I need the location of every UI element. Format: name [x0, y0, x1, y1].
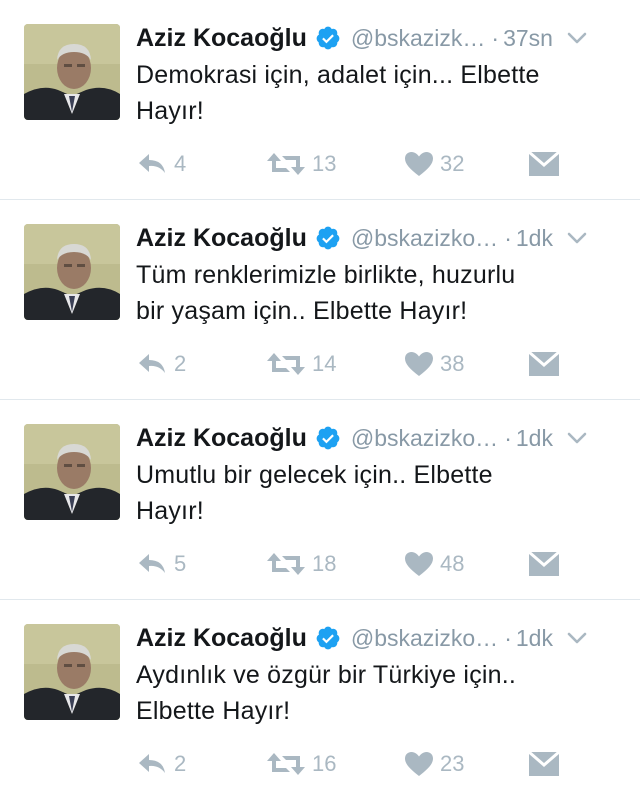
retweet-icon	[267, 553, 305, 575]
retweet-button[interactable]: 16	[266, 746, 336, 782]
heart-icon	[405, 752, 433, 776]
retweet-button[interactable]: 13	[266, 146, 336, 182]
verified-badge-icon	[316, 426, 340, 450]
chevron-down-icon[interactable]	[567, 631, 587, 645]
timestamp[interactable]: 1dk	[516, 225, 553, 252]
reply-count: 5	[174, 551, 187, 576]
separator-dot: ·	[491, 24, 500, 51]
direct-message-icon	[528, 551, 560, 576]
chevron-down-icon[interactable]	[567, 231, 587, 245]
avatar[interactable]	[24, 624, 120, 720]
direct-message-icon	[528, 351, 560, 376]
tweet-text-line: Aydınlık ve özgür bir Türkiye için..	[136, 661, 517, 689]
chevron-down-icon[interactable]	[567, 31, 587, 45]
tweet[interactable]: Aziz Kocaoğlu @bskazizk… · 37sn Demokras…	[0, 0, 640, 200]
reply-count: 2	[174, 351, 187, 376]
timestamp[interactable]: 1dk	[516, 625, 553, 652]
tweet-actions: 4 13 32	[136, 146, 616, 182]
reply-button[interactable]: 4	[136, 146, 186, 182]
like-count: 32	[440, 151, 465, 176]
reply-icon	[139, 754, 165, 773]
direct-message-button[interactable]	[528, 546, 560, 582]
author-name[interactable]: Aziz Kocaoğlu	[136, 224, 307, 253]
direct-message-button[interactable]	[528, 746, 560, 782]
author-handle[interactable]: @bskazizk…	[351, 25, 486, 52]
avatar[interactable]	[24, 224, 120, 320]
reply-icon	[139, 354, 165, 373]
tweet-text-line: Hayır!	[136, 497, 204, 525]
heart-icon	[405, 352, 433, 376]
verified-badge-icon	[316, 226, 340, 250]
direct-message-icon	[528, 751, 560, 776]
reply-button[interactable]: 2	[136, 746, 186, 782]
reply-icon	[139, 154, 165, 173]
tweet-text: Demokrasi için, adalet için... Elbette H…	[136, 57, 616, 129]
tweet-text: Aydınlık ve özgür bir Türkiye için.. Elb…	[136, 657, 616, 729]
separator-dot: ·	[504, 624, 512, 651]
tweet-text-line: Demokrasi için, adalet için... Elbette	[136, 61, 540, 89]
tweet-header: Aziz Kocaoğlu @bskazizko… · 1dk	[136, 220, 620, 256]
retweet-icon	[267, 353, 305, 375]
author-name[interactable]: Aziz Kocaoğlu	[136, 624, 307, 653]
tweet-actions: 2 14 38	[136, 346, 616, 382]
separator-dot: ·	[504, 424, 512, 451]
tweet-text: Umutlu bir gelecek için.. Elbette Hayır!	[136, 457, 616, 529]
direct-message-button[interactable]	[528, 146, 560, 182]
retweet-count: 16	[312, 751, 337, 776]
retweet-button[interactable]: 14	[266, 346, 336, 382]
reply-button[interactable]: 5	[136, 546, 186, 582]
tweet-text-line: Umutlu bir gelecek için.. Elbette	[136, 461, 493, 489]
tweet-actions: 2 16 23	[136, 746, 616, 782]
retweet-count: 13	[312, 151, 337, 176]
like-button[interactable]: 38	[404, 346, 464, 382]
avatar[interactable]	[24, 424, 120, 520]
tweet-header: Aziz Kocaoğlu @bskazizk… · 37sn	[136, 20, 620, 56]
tweet-text: Tüm renklerimizle birlikte, huzurlu bir …	[136, 257, 616, 329]
tweet-text-line: Hayır!	[136, 97, 204, 125]
tweet-actions: 5 18 48	[136, 546, 616, 582]
avatar[interactable]	[24, 24, 120, 120]
timestamp[interactable]: 37sn	[503, 25, 553, 52]
tweet-text-line: Tüm renklerimizle birlikte, huzurlu	[136, 261, 516, 289]
retweet-button[interactable]: 18	[266, 546, 336, 582]
chevron-down-icon[interactable]	[567, 431, 587, 445]
tweet[interactable]: Aziz Kocaoğlu @bskazizko… · 1dk Aydınlık…	[0, 600, 640, 801]
verified-badge-icon	[316, 26, 340, 50]
author-name[interactable]: Aziz Kocaoğlu	[136, 424, 307, 453]
tweet-header: Aziz Kocaoğlu @bskazizko… · 1dk	[136, 420, 620, 456]
reply-count: 2	[174, 751, 187, 776]
like-button[interactable]: 48	[404, 546, 464, 582]
heart-icon	[405, 552, 433, 576]
retweet-count: 14	[312, 351, 337, 376]
author-handle[interactable]: @bskazizko…	[351, 225, 498, 252]
reply-icon	[139, 554, 165, 573]
retweet-icon	[267, 153, 305, 175]
heart-icon	[405, 152, 433, 176]
direct-message-button[interactable]	[528, 346, 560, 382]
like-count: 38	[440, 351, 465, 376]
separator-dot: ·	[504, 224, 512, 251]
tweet-text-line: bir yaşam için.. Elbette Hayır!	[136, 297, 468, 325]
tweet-feed: Aziz Kocaoğlu @bskazizk… · 37sn Demokras…	[0, 0, 640, 801]
tweet[interactable]: Aziz Kocaoğlu @bskazizko… · 1dk Tüm renk…	[0, 200, 640, 400]
tweet[interactable]: Aziz Kocaoğlu @bskazizko… · 1dk Umutlu b…	[0, 400, 640, 600]
direct-message-icon	[528, 151, 560, 176]
tweet-text-line: Elbette Hayır!	[136, 697, 291, 725]
reply-button[interactable]: 2	[136, 346, 186, 382]
like-button[interactable]: 32	[404, 146, 464, 182]
retweet-count: 18	[312, 551, 337, 576]
tweet-header: Aziz Kocaoğlu @bskazizko… · 1dk	[136, 620, 620, 656]
author-handle[interactable]: @bskazizko…	[351, 625, 498, 652]
timestamp[interactable]: 1dk	[516, 425, 553, 452]
retweet-icon	[267, 753, 305, 775]
reply-count: 4	[174, 151, 187, 176]
verified-badge-icon	[316, 626, 340, 650]
like-button[interactable]: 23	[404, 746, 464, 782]
author-handle[interactable]: @bskazizko…	[351, 425, 498, 452]
like-count: 23	[440, 751, 465, 776]
like-count: 48	[440, 551, 465, 576]
author-name[interactable]: Aziz Kocaoğlu	[136, 24, 307, 53]
